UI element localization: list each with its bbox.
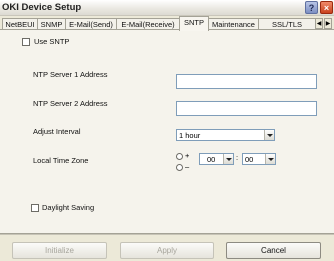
ntp-server1-input[interactable] bbox=[176, 74, 317, 89]
tz-minus-radio[interactable] bbox=[176, 164, 183, 171]
title-bar: OKI Device Setup ? × bbox=[0, 0, 334, 16]
apply-button[interactable]: Apply bbox=[120, 242, 214, 259]
cancel-button[interactable]: Cancel bbox=[226, 242, 321, 259]
chevron-down-icon[interactable] bbox=[223, 154, 233, 164]
use-sntp-label: Use SNTP bbox=[34, 37, 70, 46]
tz-minutes-select[interactable]: 00 bbox=[242, 153, 276, 165]
tz-plus-label: + bbox=[185, 151, 190, 160]
ntp-server2-field[interactable] bbox=[177, 102, 316, 115]
tab-scroll-right-icon[interactable]: ▶ bbox=[324, 18, 332, 29]
tz-plus-radio[interactable] bbox=[176, 153, 183, 160]
chevron-down-icon[interactable] bbox=[264, 130, 274, 140]
footer-divider bbox=[0, 234, 334, 235]
ntp-server1-field[interactable] bbox=[177, 75, 316, 88]
oki-device-setup-window: OKI Device Setup ? × NetBEUI SNMP E-Mail… bbox=[0, 0, 334, 261]
adjust-interval-value: 1 hour bbox=[179, 131, 201, 140]
close-button[interactable]: × bbox=[320, 1, 333, 14]
adjust-interval-select[interactable]: 1 hour bbox=[176, 129, 275, 141]
tab-strip: NetBEUI SNMP E-Mail(Send) E-Mail(Receive… bbox=[0, 16, 334, 31]
ntp-server2-input[interactable] bbox=[176, 101, 317, 116]
ntp-server2-label: NTP Server 2 Address bbox=[33, 99, 108, 108]
tz-hours-value: 00 bbox=[207, 155, 216, 164]
tz-minus-label: – bbox=[185, 162, 190, 171]
ntp-server1-label: NTP Server 1 Address bbox=[33, 70, 108, 79]
daylight-saving-label: Daylight Saving bbox=[42, 203, 95, 212]
initialize-button[interactable]: Initialize bbox=[12, 242, 107, 259]
window-title: OKI Device Setup bbox=[2, 2, 82, 13]
chevron-down-icon[interactable] bbox=[265, 154, 275, 164]
local-time-zone-label: Local Time Zone bbox=[33, 156, 89, 165]
tz-colon: : bbox=[236, 153, 239, 162]
tz-hours-select[interactable]: 00 bbox=[199, 153, 234, 165]
daylight-saving-checkbox[interactable] bbox=[31, 204, 39, 212]
tab-scroll-left-icon[interactable]: ◀ bbox=[315, 18, 323, 29]
use-sntp-checkbox[interactable] bbox=[22, 38, 30, 46]
help-button[interactable]: ? bbox=[305, 1, 318, 14]
tab-sntp[interactable]: SNTP bbox=[179, 16, 209, 31]
tz-minutes-value: 00 bbox=[245, 155, 254, 164]
adjust-interval-label: Adjust Interval bbox=[33, 127, 81, 136]
